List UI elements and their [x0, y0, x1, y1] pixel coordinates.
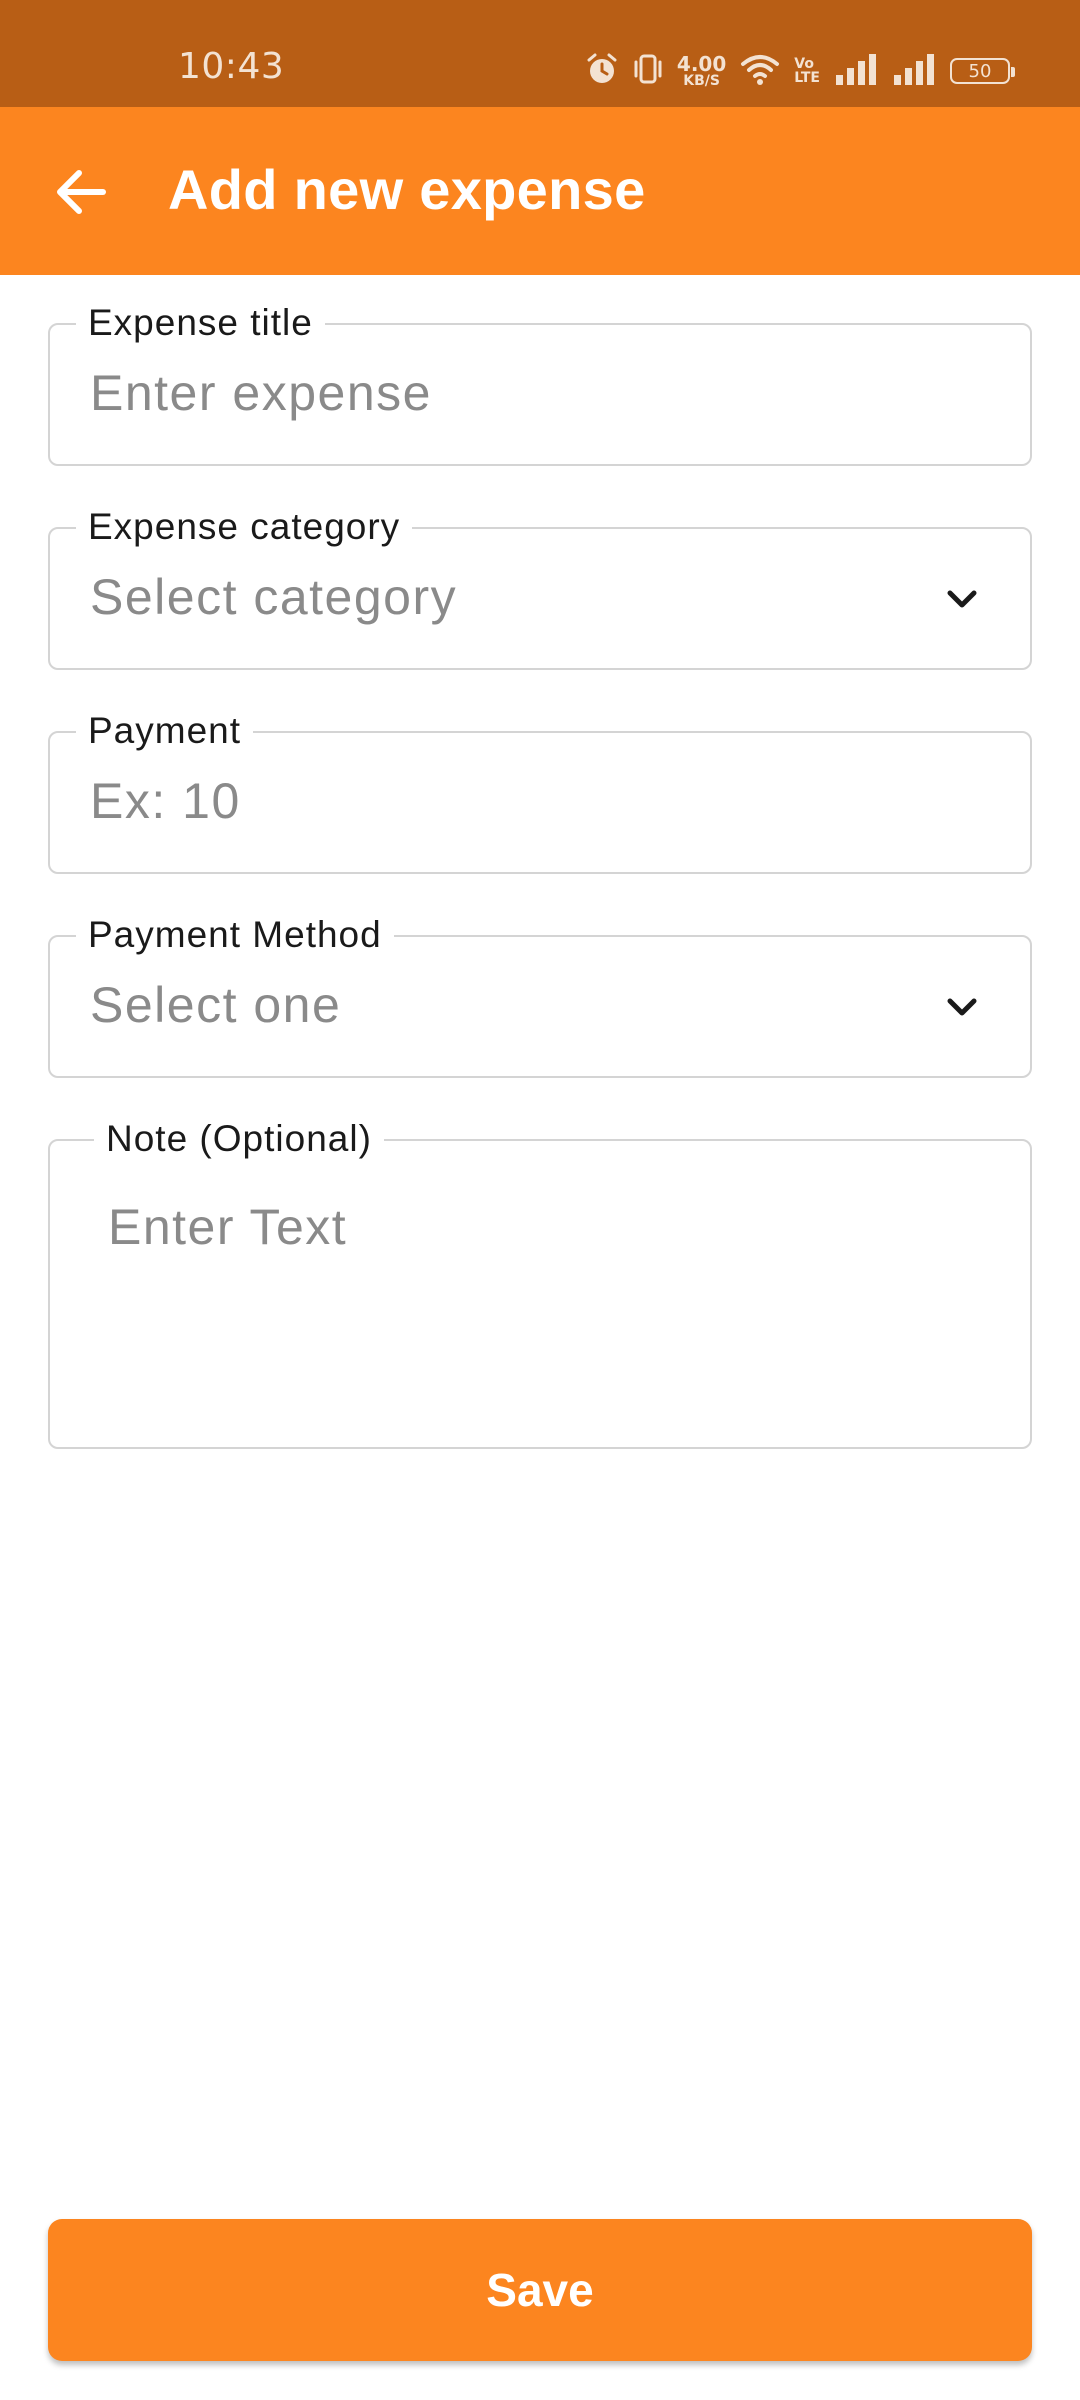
- battery-icon: 50: [950, 58, 1015, 84]
- status-time: 10:43: [178, 46, 285, 87]
- note-field[interactable]: Note (Optional) Enter Text: [48, 1119, 1032, 1449]
- volte-top: Vo: [794, 56, 814, 72]
- payment-method-dropdown[interactable]: Payment Method Select one: [48, 915, 1032, 1078]
- payment-method-label: Payment Method: [76, 915, 394, 955]
- expense-category-label: Expense category: [76, 507, 413, 547]
- expense-category-select[interactable]: Select category: [90, 567, 930, 627]
- payment-label: Payment: [76, 711, 254, 751]
- network-speed: 4.00 KB/S: [677, 54, 726, 88]
- status-icons: 4.00 KB/S Vo LTE 50: [585, 48, 1015, 94]
- signal-icon: [834, 53, 878, 90]
- expense-category-dropdown[interactable]: Expense category Select category: [48, 507, 1032, 670]
- expense-title-field[interactable]: Expense title Enter expense: [48, 303, 1032, 466]
- signal-icon: [892, 53, 936, 90]
- back-button[interactable]: [46, 159, 116, 229]
- volte-bottom: LTE: [794, 70, 820, 86]
- alarm-icon: [585, 52, 619, 91]
- payment-input[interactable]: Ex: 10: [90, 771, 930, 831]
- save-button-label: Save: [486, 2264, 594, 2316]
- payment-field[interactable]: Payment Ex: 10: [48, 711, 1032, 874]
- expense-title-input[interactable]: Enter expense: [90, 363, 930, 423]
- app-bar: Add new expense: [0, 107, 1080, 275]
- note-textarea[interactable]: Enter Text: [108, 1197, 930, 1257]
- note-label: Note (Optional): [94, 1119, 384, 1159]
- save-button[interactable]: Save: [48, 2219, 1032, 2361]
- status-bar: 10:43 4.00 KB/S Vo LTE 50: [0, 0, 1080, 107]
- payment-method-select[interactable]: Select one: [90, 975, 930, 1035]
- volte-icon: Vo LTE: [794, 57, 820, 85]
- vibrate-icon: [633, 52, 663, 91]
- arrow-back-icon: [55, 169, 107, 220]
- expense-title-label: Expense title: [76, 303, 325, 343]
- chevron-down-icon[interactable]: [944, 989, 980, 1025]
- page-title: Add new expense: [168, 158, 646, 221]
- network-speed-unit: KB/S: [683, 73, 720, 89]
- chevron-down-icon[interactable]: [944, 581, 980, 617]
- wifi-icon: [740, 52, 780, 91]
- battery-level: 50: [968, 60, 992, 82]
- network-speed-value: 4.00: [676, 52, 727, 76]
